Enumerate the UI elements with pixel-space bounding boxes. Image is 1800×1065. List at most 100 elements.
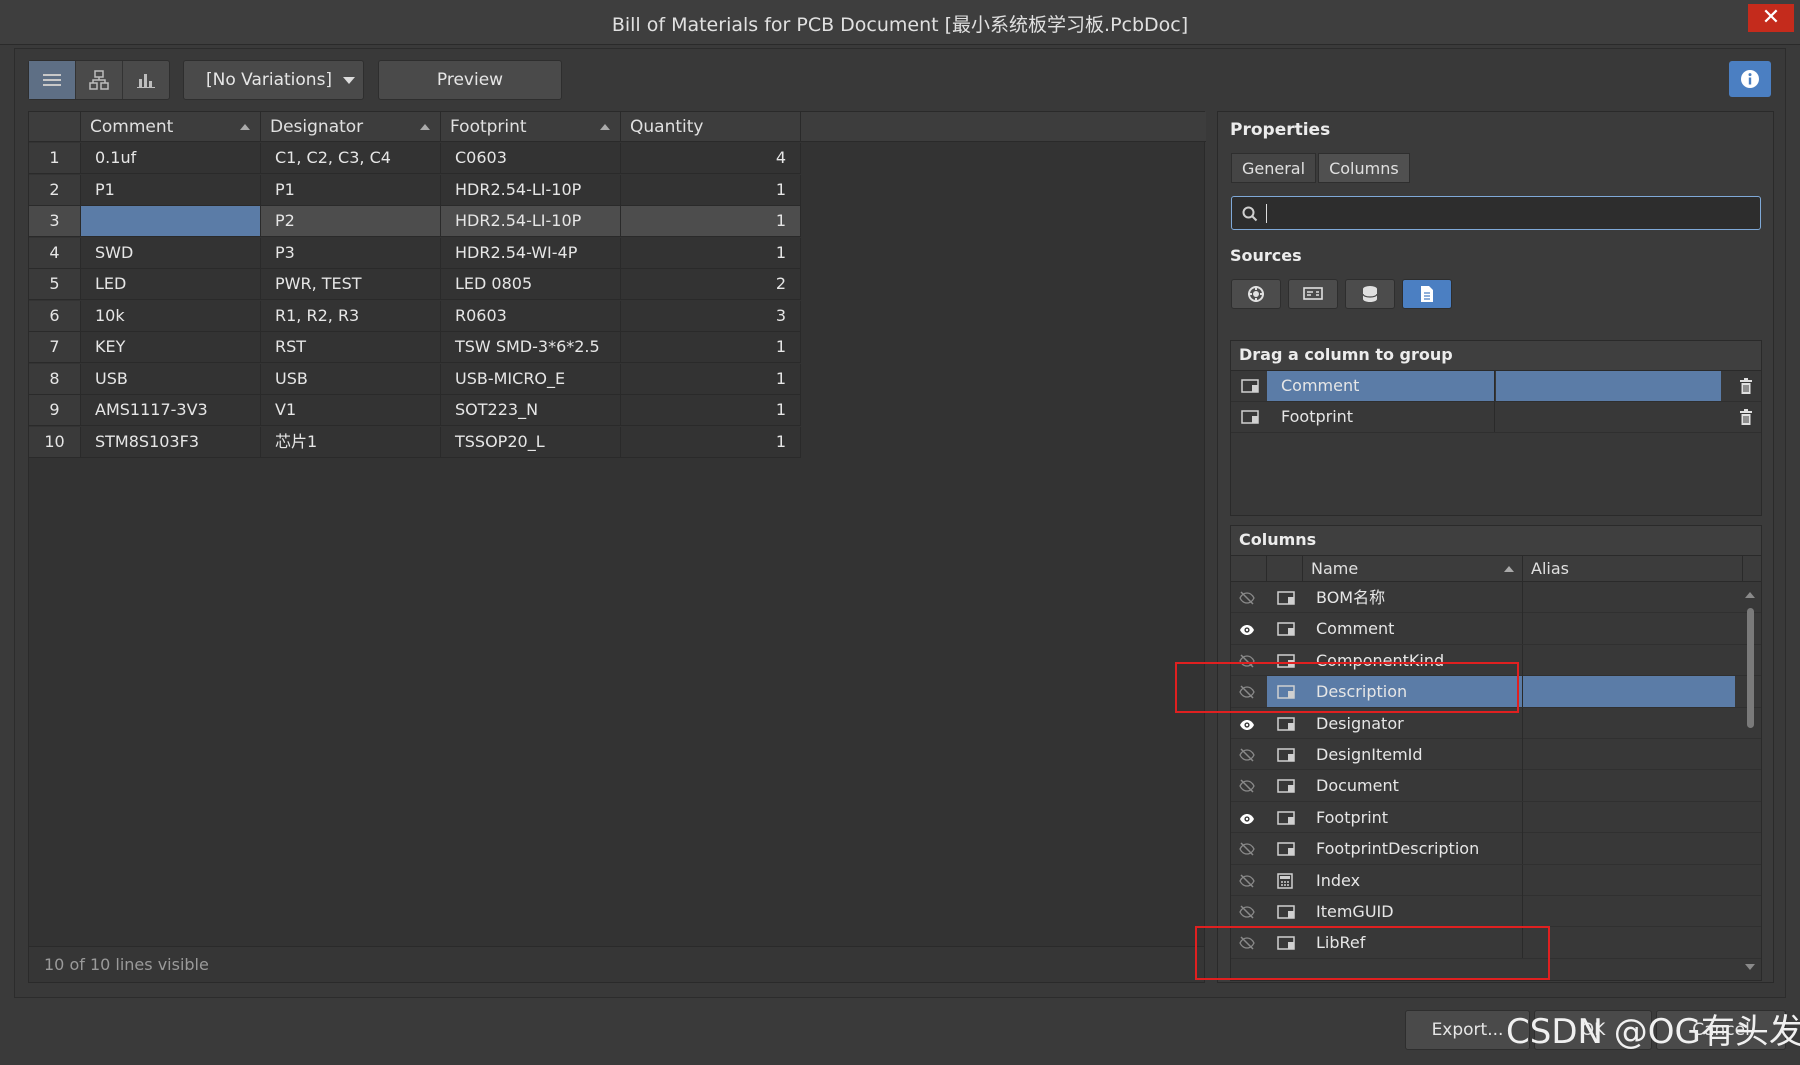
preview-button[interactable]: Preview — [378, 60, 562, 100]
alias-header[interactable]: Alias — [1523, 556, 1743, 582]
table-cell-quantity[interactable]: 3 — [621, 300, 801, 332]
table-row[interactable]: 1 0.1uf C1, C2, C3, C4 C0603 4 — [29, 143, 1206, 174]
eye-off-icon[interactable] — [1239, 873, 1255, 892]
table-cell-quantity[interactable]: 1 — [621, 426, 801, 458]
table-cell-quantity[interactable]: 2 — [621, 269, 801, 300]
eye-off-icon[interactable] — [1239, 590, 1255, 609]
table-cell-footprint[interactable]: TSSOP20_L — [441, 426, 621, 458]
group-by-box[interactable]: Drag a column to group Comment Footprint — [1230, 340, 1762, 516]
info-button[interactable] — [1729, 61, 1771, 97]
table-cell-designator[interactable]: P3 — [261, 237, 441, 269]
column-list-item[interactable]: Comment — [1231, 613, 1761, 645]
table-cell-designator[interactable]: USB — [261, 363, 441, 395]
table-row[interactable]: 8 USB USB USB-MICRO_E 1 — [29, 363, 1206, 395]
chart-view-button[interactable] — [123, 61, 169, 99]
table-cell-footprint[interactable]: C0603 — [441, 143, 621, 174]
table-cell-footprint[interactable]: SOT223_N — [441, 395, 621, 426]
column-alias[interactable] — [1523, 896, 1735, 927]
table-row[interactable]: 4 SWD P3 HDR2.54-WI-4P 1 — [29, 237, 1206, 269]
table-cell-comment[interactable]: 0.1uf — [81, 143, 261, 174]
table-cell-designator[interactable]: R1, R2, R3 — [261, 300, 441, 332]
column-header-footprint[interactable]: Footprint — [441, 112, 621, 142]
table-cell-quantity[interactable]: 1 — [621, 332, 801, 363]
table-cell-comment[interactable]: AMS1117-3V3 — [81, 395, 261, 426]
table-cell-quantity[interactable]: 1 — [621, 237, 801, 269]
flat-view-button[interactable] — [29, 61, 76, 99]
table-cell-comment[interactable]: STM8S103F3 — [81, 426, 261, 458]
eye-off-icon[interactable] — [1239, 747, 1255, 766]
column-alias[interactable] — [1523, 708, 1735, 739]
base-view-button[interactable] — [76, 61, 123, 99]
table-row[interactable]: 7 KEY RST TSW SMD-3*6*2.5 1 — [29, 332, 1206, 363]
table-cell-quantity[interactable]: 1 — [621, 174, 801, 206]
column-list-item[interactable]: ItemGUID — [1231, 895, 1761, 928]
source-pcb-parameters-button[interactable] — [1288, 279, 1338, 309]
group-item[interactable]: Footprint — [1231, 402, 1761, 433]
source-document-button[interactable] — [1402, 279, 1452, 309]
column-list-item[interactable]: Document — [1231, 770, 1761, 802]
table-cell-designator[interactable]: C1, C2, C3, C4 — [261, 143, 441, 174]
table-row[interactable]: 3 P2 HDR2.54-LI-10P 1 — [29, 206, 1206, 237]
eye-icon[interactable] — [1239, 810, 1255, 829]
column-alias[interactable] — [1523, 802, 1735, 833]
column-alias[interactable] — [1523, 770, 1735, 801]
column-alias[interactable] — [1523, 582, 1735, 613]
table-row[interactable]: 6 10k R1, R2, R3 R0603 3 — [29, 300, 1206, 332]
table-cell-designator[interactable]: P1 — [261, 174, 441, 206]
table-cell-footprint[interactable]: HDR2.54-WI-4P — [441, 237, 621, 269]
column-list-item[interactable]: Footprint — [1231, 801, 1761, 834]
table-cell-quantity[interactable]: 4 — [621, 143, 801, 174]
table-cell-footprint[interactable]: HDR2.54-LI-10P — [441, 206, 621, 237]
table-cell-quantity[interactable]: 1 — [621, 395, 801, 426]
table-cell-comment[interactable]: KEY — [81, 332, 261, 363]
columns-scrollbar[interactable] — [1745, 586, 1755, 976]
column-alias[interactable] — [1523, 927, 1735, 958]
eye-off-icon[interactable] — [1239, 841, 1255, 860]
column-header-designator[interactable]: Designator — [261, 112, 441, 142]
source-database-button[interactable] — [1345, 279, 1395, 309]
column-alias[interactable] — [1523, 739, 1735, 770]
table-cell-designator[interactable]: V1 — [261, 395, 441, 426]
scroll-down-icon[interactable] — [1745, 964, 1755, 970]
table-cell-comment[interactable]: P1 — [81, 174, 261, 206]
table-cell-footprint[interactable]: TSW SMD-3*6*2.5 — [441, 332, 621, 363]
trash-icon[interactable] — [1739, 378, 1753, 394]
table-cell-designator[interactable]: P2 — [261, 206, 441, 237]
table-cell-comment[interactable]: SWD — [81, 237, 261, 269]
eye-icon[interactable] — [1239, 621, 1255, 640]
column-alias[interactable] — [1523, 613, 1735, 644]
scroll-up-icon[interactable] — [1745, 592, 1755, 598]
table-row[interactable]: 9 AMS1117-3V3 V1 SOT223_N 1 — [29, 395, 1206, 426]
column-alias[interactable] — [1523, 865, 1735, 896]
name-header[interactable]: Name — [1303, 556, 1523, 582]
column-alias[interactable] — [1523, 645, 1735, 676]
column-list-item[interactable]: BOM名称 — [1231, 582, 1761, 614]
table-cell-designator[interactable]: RST — [261, 332, 441, 363]
column-list-item[interactable]: FootprintDescription — [1231, 833, 1761, 865]
search-input[interactable] — [1231, 196, 1761, 230]
source-components-button[interactable] — [1231, 279, 1281, 309]
table-cell-quantity[interactable]: 1 — [621, 206, 801, 237]
table-cell-footprint[interactable]: HDR2.54-LI-10P — [441, 174, 621, 206]
tab-columns[interactable]: Columns — [1318, 153, 1410, 183]
variations-dropdown[interactable]: [No Variations] — [183, 60, 364, 100]
table-cell-footprint[interactable]: R0603 — [441, 300, 621, 332]
column-header-comment[interactable]: Comment — [81, 112, 261, 142]
trash-icon[interactable] — [1739, 409, 1753, 425]
table-cell-comment[interactable]: 10k — [81, 300, 261, 332]
eye-icon[interactable] — [1239, 716, 1255, 735]
table-row[interactable]: 5 LED PWR, TEST LED 0805 2 — [29, 269, 1206, 300]
eye-off-icon[interactable] — [1239, 778, 1255, 797]
column-list-item[interactable]: DesignItemId — [1231, 738, 1761, 771]
tab-general[interactable]: General — [1231, 153, 1317, 183]
table-cell-designator[interactable]: PWR, TEST — [261, 269, 441, 300]
table-cell-comment[interactable] — [81, 206, 261, 237]
table-cell-comment[interactable]: LED — [81, 269, 261, 300]
eye-off-icon[interactable] — [1239, 904, 1255, 923]
column-alias[interactable] — [1523, 833, 1735, 864]
table-cell-quantity[interactable]: 1 — [621, 363, 801, 395]
table-cell-footprint[interactable]: USB-MICRO_E — [441, 363, 621, 395]
table-cell-footprint[interactable]: LED 0805 — [441, 269, 621, 300]
table-cell-comment[interactable]: USB — [81, 363, 261, 395]
scroll-thumb[interactable] — [1747, 608, 1754, 728]
